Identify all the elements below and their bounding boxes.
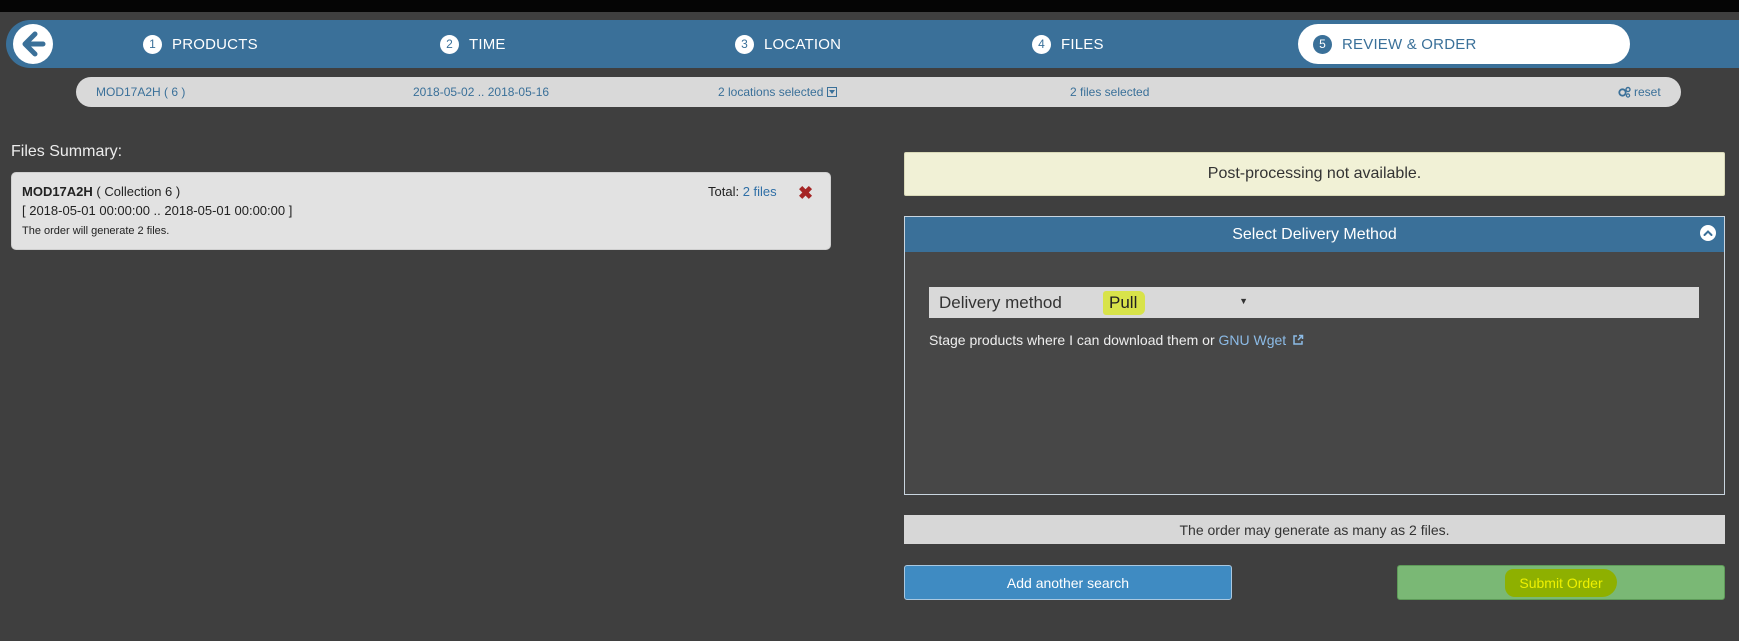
collapse-toggle[interactable] [1700, 225, 1716, 241]
summary-files-label: 2 files selected [1070, 85, 1150, 99]
step-label: LOCATION [764, 35, 842, 53]
step-number: 2 [440, 34, 459, 54]
step-label: PRODUCTS [172, 35, 258, 53]
arrow-left-icon [22, 31, 46, 57]
file-order-note: The order will generate 2 files. [22, 225, 170, 237]
window-top-strip [0, 0, 1739, 12]
summary-files[interactable]: 2 files selected [1070, 77, 1149, 107]
back-button[interactable] [13, 24, 53, 64]
step-number: 4 [1032, 34, 1051, 54]
remove-icon[interactable]: ✖ [798, 184, 813, 202]
summary-product[interactable]: MOD17A2H ( 6 ) [96, 77, 185, 107]
chevron-up-icon [1703, 230, 1713, 236]
delivery-method-row: Delivery method Pull ▼ [929, 287, 1699, 318]
order-size-message: The order may generate as many as 2 file… [1179, 521, 1450, 538]
external-link-icon[interactable] [1292, 334, 1304, 346]
dropdown-arrow-icon: ▼ [1239, 295, 1248, 306]
file-collection: ( Collection 6 ) [92, 184, 181, 199]
summary-locations[interactable]: 2 locations selected [718, 77, 838, 107]
delivery-method-header[interactable]: Select Delivery Method [905, 217, 1724, 252]
order-size-notice: The order may generate as many as 2 file… [904, 515, 1725, 544]
step-location[interactable]: 3 LOCATION [735, 20, 841, 68]
reset-label: reset [1634, 85, 1661, 99]
file-total: Total: 2 files [708, 184, 777, 199]
summary-date-range[interactable]: 2018-05-02 .. 2018-05-16 [413, 77, 549, 107]
submit-order-label: Submit Order [1505, 568, 1617, 597]
gears-icon [1618, 86, 1631, 98]
dropdown-caret-icon [827, 87, 838, 97]
selection-summary-bar: MOD17A2H ( 6 ) 2018-05-02 .. 2018-05-16 … [76, 77, 1681, 107]
submit-order-button[interactable]: Submit Order [1397, 565, 1725, 600]
delivery-description: Stage products where I can download them… [929, 332, 1304, 348]
delivery-method-panel: Select Delivery Method Delivery method P… [904, 216, 1725, 495]
file-product-line: MOD17A2H ( Collection 6 ) [22, 184, 180, 199]
file-total-link[interactable]: 2 files [743, 184, 777, 199]
step-label: REVIEW & ORDER [1342, 35, 1477, 53]
post-processing-message: Post-processing not available. [1207, 165, 1422, 182]
summary-product-label: MOD17A2H ( 6 ) [96, 85, 186, 99]
reset-button[interactable]: reset [1618, 77, 1661, 107]
order-stepper: 1 PRODUCTS 2 TIME 3 LOCATION 4 FILES 5 R… [6, 20, 1739, 68]
step-products[interactable]: 1 PRODUCTS [143, 20, 258, 68]
file-summary-card: MOD17A2H ( Collection 6 ) [ 2018-05-01 0… [11, 172, 831, 250]
step-number: 3 [735, 34, 754, 54]
file-date-range: [ 2018-05-01 00:00:00 .. 2018-05-01 00:0… [22, 203, 293, 218]
delivery-method-select[interactable]: Pull ▼ [1103, 290, 1248, 315]
file-product-name: MOD17A2H [22, 184, 93, 199]
files-summary-title: Files Summary: [11, 143, 123, 160]
delivery-method-title: Select Delivery Method [1232, 225, 1397, 243]
step-review-order[interactable]: 5 REVIEW & ORDER [1298, 24, 1630, 64]
step-files[interactable]: 4 FILES [1032, 20, 1104, 68]
add-another-search-button[interactable]: Add another search [904, 565, 1232, 600]
delivery-description-text: Stage products where I can download them… [929, 332, 1219, 348]
summary-locations-label: 2 locations selected [718, 85, 824, 99]
delivery-method-value: Pull [1103, 290, 1146, 315]
post-processing-notice: Post-processing not available. [904, 152, 1725, 196]
summary-date-label: 2018-05-02 .. 2018-05-16 [413, 85, 550, 99]
add-search-label: Add another search [1006, 574, 1130, 591]
gnu-wget-link[interactable]: GNU Wget [1219, 332, 1287, 348]
step-number: 5 [1313, 34, 1332, 54]
delivery-method-label: Delivery method [939, 292, 1062, 312]
step-label: FILES [1061, 35, 1104, 53]
file-total-label: Total: [708, 184, 743, 199]
step-label: TIME [469, 35, 506, 53]
step-number: 1 [143, 34, 162, 54]
step-time[interactable]: 2 TIME [440, 20, 506, 68]
